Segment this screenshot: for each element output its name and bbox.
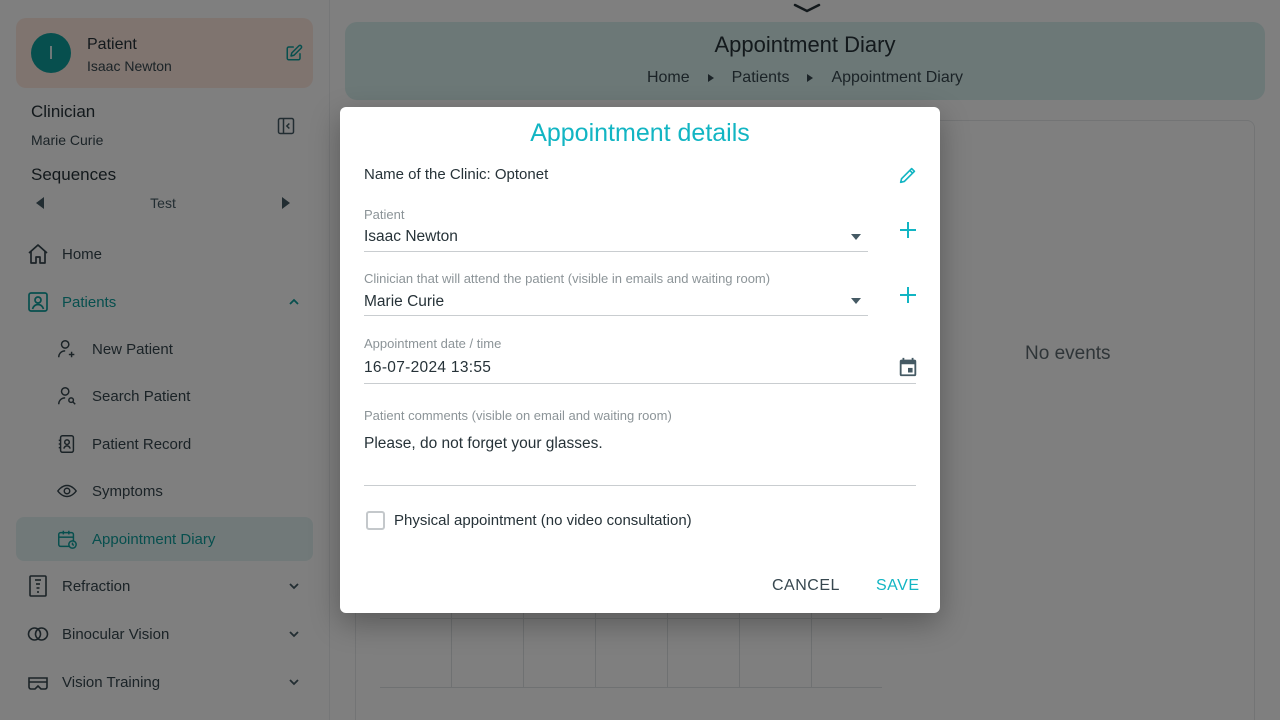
appointment-details-dialog: Appointment details Name of the Clinic: … xyxy=(340,107,940,613)
datetime-field-label: Appointment date / time xyxy=(364,336,502,351)
dropdown-arrow-icon[interactable] xyxy=(851,298,861,304)
clinic-name-text: Name of the Clinic: Optonet xyxy=(364,166,549,183)
dialog-title: Appointment details xyxy=(530,119,750,147)
patient-field-label: Patient xyxy=(364,207,405,222)
comments-textarea[interactable]: Please, do not forget your glasses. xyxy=(364,435,603,453)
clinician-field-label: Clinician that will attend the patient (… xyxy=(364,271,771,286)
dropdown-arrow-icon[interactable] xyxy=(851,234,861,240)
pencil-icon[interactable] xyxy=(897,164,919,186)
calendar-icon[interactable] xyxy=(897,356,919,378)
save-button[interactable]: SAVE xyxy=(876,577,920,595)
comments-field-label: Patient comments (visible on email and w… xyxy=(364,408,672,423)
patient-select[interactable]: Isaac Newton xyxy=(364,228,458,246)
physical-appointment-label: Physical appointment (no video consultat… xyxy=(394,512,692,529)
physical-appointment-checkbox[interactable] xyxy=(366,511,385,530)
clinician-select[interactable]: Marie Curie xyxy=(364,293,444,311)
cancel-button[interactable]: CANCEL xyxy=(772,577,840,595)
add-patient-button[interactable] xyxy=(898,220,918,240)
datetime-input[interactable]: 16-07-2024 13:55 xyxy=(364,359,491,377)
add-clinician-button[interactable] xyxy=(898,285,918,305)
